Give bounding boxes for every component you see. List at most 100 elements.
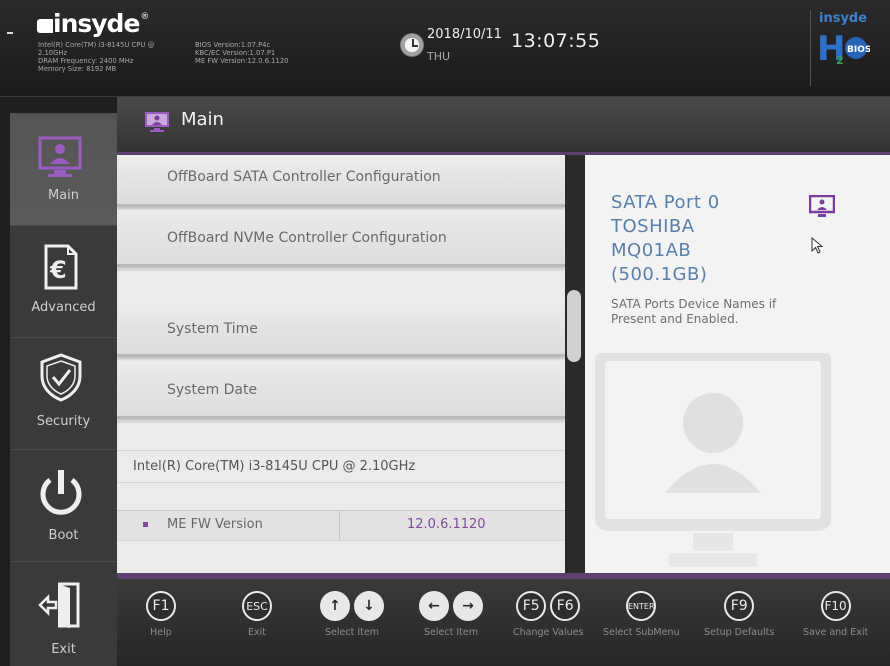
blank-row xyxy=(117,540,565,573)
sidebar-item-label: Advanced xyxy=(31,300,96,315)
biosinfo-line: KBC/EC Version:1.07.P1 xyxy=(195,49,276,57)
help-title: SATA Port 0 TOSHIBA MQ01AB (500.1GB) xyxy=(611,192,720,285)
arrow-right-icon: → xyxy=(453,591,483,621)
me-fw-version-value: 12.0.6.1120 xyxy=(407,517,486,532)
key-setup-defaults[interactable]: F9 Setup Defaults xyxy=(704,591,774,638)
key-label: Exit xyxy=(248,627,266,638)
help-description: SATA Ports Device Names if Present and E… xyxy=(611,297,777,326)
cpu-info-row: Intel(R) Core(TM) i3-8145U CPU @ 2.10GHz xyxy=(117,450,565,482)
sidebar-item-label: Main xyxy=(47,188,80,203)
sidebar-item-advanced[interactable]: € Advanced xyxy=(10,225,117,337)
scrollbar-track[interactable] xyxy=(565,155,585,573)
f6-key-icon: F6 xyxy=(550,591,581,621)
sysinfo-line: 2.10GHz xyxy=(38,49,68,57)
sidebar-item-security[interactable]: Security xyxy=(10,337,117,449)
key-select-submenu[interactable]: ENTER Select SubMenu xyxy=(603,591,680,638)
me-fw-version-label: ME FW Version xyxy=(167,517,263,532)
sidebar: Main € Advanced Security Boot Exit xyxy=(0,97,117,666)
header-divider xyxy=(810,10,811,86)
sidebar-item-label: Security xyxy=(36,414,91,429)
scrollbar-thumb[interactable] xyxy=(567,290,581,362)
menu-item-offboard-nvme[interactable]: OffBoard NVMe Controller Configuration xyxy=(117,210,565,267)
logo-mark xyxy=(37,19,53,33)
biosinfo-line: BIOS Version:1.07.P4c xyxy=(195,41,271,49)
page-title: Main xyxy=(181,109,224,130)
enter-key-icon: ENTER xyxy=(626,591,657,621)
header-dash xyxy=(7,32,13,34)
key-exit[interactable]: ESC Exit xyxy=(242,591,272,638)
key-label: Select Item xyxy=(325,627,379,638)
sidebar-item-label: Exit xyxy=(51,642,76,657)
help-panel: SATA Port 0 TOSHIBA MQ01AB (500.1GB) SAT… xyxy=(585,155,890,583)
page-title-bar: Main xyxy=(117,97,890,155)
sysinfo-line: Memory Size: 8192 MB xyxy=(38,65,117,73)
system-info: Intel(R) Core(TM) i3-8145U CPU @ 2.10GHz… xyxy=(38,41,188,73)
setting-label: System Date xyxy=(167,382,258,398)
logo-registered: ® xyxy=(140,12,150,22)
mouse-cursor-icon xyxy=(811,237,824,254)
key-label: Select SubMenu xyxy=(603,627,680,638)
svg-text:€: € xyxy=(49,256,67,284)
arrow-up-icon: ↑ xyxy=(320,591,350,621)
me-fw-version-row: ME FW Version 12.0.6.1120 xyxy=(117,510,565,540)
day-display: THU xyxy=(427,50,451,63)
date-display: 2018/10/11 xyxy=(427,27,502,42)
clock-icon xyxy=(400,33,424,57)
setting-system-date[interactable]: System Date xyxy=(117,361,565,419)
f10-key-icon: F10 xyxy=(820,591,851,621)
key-save-and-exit[interactable]: F10 Save and Exit xyxy=(803,591,868,638)
h2o-subscript: 2 xyxy=(836,54,844,67)
sidebar-item-exit[interactable]: Exit xyxy=(10,561,117,666)
insyde-logo: insyde ® xyxy=(37,8,149,38)
time-display: 13:07:55 xyxy=(511,30,601,52)
footer-key-bar: F1 Help ESC Exit ↑ ↓ Select Item ← → Sel… xyxy=(117,573,890,666)
setting-label: System Time xyxy=(167,321,258,337)
insyde-h2o-logo: insyde H 2 BIOS xyxy=(817,11,870,68)
menu-item-label: OffBoard SATA Controller Configuration xyxy=(167,169,441,185)
key-help[interactable]: F1 Help xyxy=(146,591,176,638)
key-label: Help xyxy=(150,627,172,638)
bios-info: BIOS Version:1.07.P4c KBC/EC Version:1.0… xyxy=(195,41,325,65)
monitor-icon xyxy=(809,195,835,217)
header-bar: insyde ® Intel(R) Core(TM) i3-8145U CPU … xyxy=(0,0,890,97)
cpu-info-text: Intel(R) Core(TM) i3-8145U CPU @ 2.10GHz xyxy=(133,459,416,474)
key-label: Setup Defaults xyxy=(704,627,775,638)
key-select-item-vertical[interactable]: ↑ ↓ Select Item xyxy=(320,591,384,638)
blank-row xyxy=(117,482,565,510)
monitor-icon xyxy=(145,112,169,132)
menu-item-label: OffBoard NVMe Controller Configuration xyxy=(167,230,447,246)
arrow-down-icon: ↓ xyxy=(354,591,384,621)
advanced-document-icon: € xyxy=(44,244,78,290)
monitor-placeholder-icon xyxy=(595,353,831,567)
key-label: Select Item xyxy=(424,627,478,638)
f9-key-icon: F9 xyxy=(724,591,755,621)
arrow-left-icon: ← xyxy=(419,591,449,621)
sysinfo-line: Intel(R) Core(TM) i3-8145U CPU @ xyxy=(38,41,155,49)
sysinfo-line: DRAM Frequency: 2400 MHz xyxy=(38,57,134,65)
esc-key-icon: ESC xyxy=(242,591,272,621)
sidebar-item-label: Boot xyxy=(48,528,79,543)
shield-icon xyxy=(40,353,82,402)
key-change-values[interactable]: F5 F6 Change Values xyxy=(513,591,583,638)
key-label: Save and Exit xyxy=(803,627,869,638)
bullet-marker xyxy=(143,522,148,527)
h2o-top-text: insyde xyxy=(819,11,867,26)
key-label: Change Values xyxy=(513,627,584,638)
logo-text: insyde xyxy=(53,8,140,38)
key-select-item-horizontal[interactable]: ← → Select Item xyxy=(419,591,483,638)
menu-item-offboard-sata[interactable]: OffBoard SATA Controller Configuration xyxy=(117,155,565,207)
blank-row xyxy=(117,270,565,300)
column-divider xyxy=(339,511,340,540)
monitor-icon xyxy=(38,136,82,177)
sidebar-item-boot[interactable]: Boot xyxy=(10,449,117,561)
f5-key-icon: F5 xyxy=(516,591,547,621)
exit-door-icon xyxy=(38,582,80,628)
biosinfo-line: ME FW Version:12.0.6.1120 xyxy=(195,57,289,65)
sidebar-item-main[interactable]: Main xyxy=(10,113,117,225)
blank-row xyxy=(117,422,565,450)
power-icon xyxy=(40,470,82,515)
h2o-badge: BIOS xyxy=(847,45,870,55)
f1-key-icon: F1 xyxy=(146,591,176,621)
settings-list: OffBoard SATA Controller Configuration O… xyxy=(117,155,565,573)
setting-system-time[interactable]: System Time xyxy=(117,300,565,357)
